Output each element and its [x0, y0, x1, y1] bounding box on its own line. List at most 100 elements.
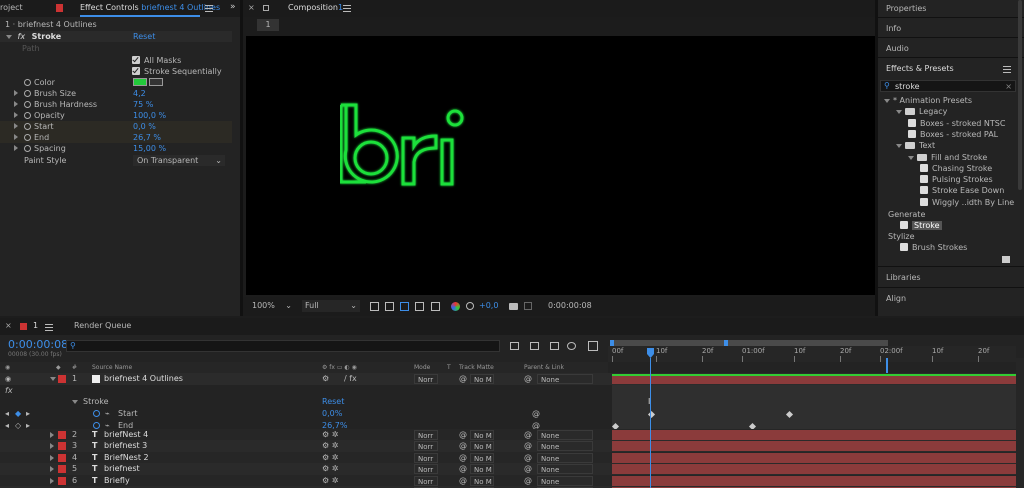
close-icon[interactable]: × [248, 3, 255, 12]
effects-search-input[interactable]: ⚲ stroke × [880, 80, 1016, 92]
collapse-icon[interactable] [6, 35, 12, 39]
mode-select[interactable]: Norr [414, 429, 438, 440]
layer-name[interactable]: Briefly [104, 475, 130, 487]
preset-item[interactable]: Boxes - stroked PAL [908, 129, 998, 140]
channel-icon[interactable] [431, 302, 440, 311]
layer-name[interactable]: briefnest 4 Outlines [104, 373, 183, 385]
layer-duration-bar[interactable] [612, 452, 1016, 463]
expand-arrow-icon[interactable] [908, 155, 914, 160]
track-matte-icon[interactable]: @ [459, 463, 467, 475]
comp-canvas[interactable] [246, 36, 876, 295]
audio-header[interactable]: Audio [886, 43, 909, 54]
effects-presets-header[interactable]: Effects & Presets [886, 63, 954, 74]
scrollbar[interactable] [1018, 0, 1022, 190]
collapse-icon[interactable] [72, 400, 78, 404]
track-matte-select[interactable]: No M [470, 374, 494, 384]
prop-value[interactable]: 75 % [133, 99, 153, 110]
mode-select[interactable]: Norr [414, 475, 438, 486]
expand-arrow-icon[interactable] [896, 110, 902, 115]
prev-keyframe-icon[interactable]: ◂ [5, 408, 9, 420]
parent-select[interactable]: None [537, 429, 593, 440]
shy-switch-icon[interactable]: ⚙ ✲ [322, 440, 338, 452]
track-matte-icon[interactable]: @ [459, 475, 467, 487]
new-folder-icon[interactable] [1002, 256, 1010, 263]
prop-value[interactable]: 100,0 % [133, 110, 166, 121]
comp-subtab[interactable]: 1 [257, 19, 279, 31]
pickwhip-icon[interactable]: @ [524, 475, 532, 487]
preset-item[interactable]: Pulsing Strokes [920, 174, 993, 185]
brush-strokes-item[interactable]: Brush Strokes [900, 242, 967, 253]
preset-item[interactable]: Boxes - stroked NTSC [908, 118, 1005, 129]
layer-duration-bar[interactable] [612, 475, 1016, 486]
align-header[interactable]: Align [886, 293, 906, 304]
track-matte-icon[interactable]: @ [459, 373, 467, 385]
prop-value[interactable]: 0,0 % [133, 121, 156, 132]
stylize-category[interactable]: Stylize [888, 231, 915, 242]
effect-row[interactable]: StrokeResetI [0, 396, 1024, 408]
properties-header[interactable]: Properties [886, 3, 926, 14]
fx-switch-icon[interactable]: / fx [344, 373, 357, 385]
track-matte-icon[interactable]: @ [459, 440, 467, 452]
shy-switch-icon[interactable]: ⚙ ✲ [322, 452, 338, 464]
effect-prop-row[interactable]: Spacing 15,00 % [0, 143, 232, 154]
stroke-seq-checkbox[interactable] [132, 67, 140, 75]
mode-select[interactable]: Norr [414, 374, 438, 384]
time-ruler[interactable] [608, 346, 1016, 362]
track-matte-icon[interactable]: @ [459, 452, 467, 464]
effect-reset-button[interactable]: Reset [322, 396, 344, 408]
info-header[interactable]: Info [886, 23, 901, 34]
add-keyframe-icon[interactable]: ◆ [15, 408, 21, 420]
track-matte-select[interactable]: No M [470, 452, 494, 463]
expand-arrow-icon[interactable] [14, 112, 18, 118]
effect-header-row[interactable]: fx Stroke Reset [0, 31, 232, 42]
stopwatch-icon[interactable] [24, 90, 31, 97]
transparency-grid-icon[interactable] [385, 302, 394, 311]
layer-search-input[interactable]: ⚲ [66, 340, 500, 352]
pickwhip-icon[interactable]: @ [524, 463, 532, 475]
timeline-right-scrollbar[interactable] [1016, 358, 1024, 488]
shy-layers-icon[interactable] [550, 342, 559, 350]
shy-switch-icon[interactable]: ⚙ [322, 373, 329, 385]
expand-arrow-icon[interactable] [50, 454, 54, 461]
layer-row[interactable]: 6 T Briefly ⚙ ✲ Norr @ No M @ None [0, 474, 1024, 487]
stroke-effect-item[interactable]: Stroke [900, 220, 942, 231]
composition-menu-icon[interactable] [343, 5, 351, 12]
shy-switch-icon[interactable]: ⚙ ✲ [322, 475, 338, 487]
parent-select[interactable]: None [537, 452, 593, 463]
stroke-seq-row[interactable]: Stroke Sequentially [132, 66, 222, 77]
tab-timeline-1[interactable]: 1 [33, 321, 38, 330]
zoom-select[interactable]: 100% ⌄ [249, 300, 295, 312]
all-masks-row[interactable]: All Masks [132, 55, 181, 66]
parent-select[interactable]: None [537, 475, 593, 486]
reset-button[interactable]: Reset [133, 31, 155, 42]
expand-arrow-icon[interactable] [14, 134, 18, 140]
preset-item[interactable]: Chasing Stroke [920, 163, 992, 174]
layer-duration-bar[interactable] [612, 374, 1016, 384]
layer-duration-bar[interactable] [612, 441, 1016, 451]
parent-select[interactable]: None [537, 464, 593, 474]
prop-value[interactable]: 4,2 [133, 88, 146, 99]
expand-arrow-icon[interactable] [896, 144, 902, 149]
stopwatch-icon[interactable] [24, 145, 31, 152]
preset-item[interactable]: Wiggly ..idth By Line [920, 197, 1014, 208]
stopwatch-icon[interactable] [24, 112, 31, 119]
track-matte-select[interactable]: No M [470, 475, 494, 486]
prop-value[interactable]: 26,7 % [133, 132, 161, 143]
layer-row[interactable]: ◉ 1 briefnest 4 Outlines ⚙ / fx Norr @ No M @ Non… [0, 373, 1024, 385]
layer-duration-bar[interactable] [612, 464, 1016, 474]
label-color[interactable] [58, 465, 66, 473]
show-snapshot-icon[interactable] [524, 302, 532, 310]
expand-panels-icon[interactable]: » [230, 2, 236, 12]
mask-visibility-icon[interactable] [400, 302, 409, 311]
resolution-select[interactable]: Full ⌄ [302, 300, 360, 312]
layer-row[interactable]: 2 TbriefNest 4 ⚙ ✲ Norr @ No M @ None [0, 428, 1024, 441]
close-icon[interactable]: × [5, 321, 12, 330]
expression-icon[interactable]: @ [532, 408, 540, 420]
region-of-interest-icon[interactable] [370, 302, 379, 311]
start-prop-row[interactable]: ◂ ◆ ▸ ⌁ Start 0,0% @ [0, 408, 1024, 420]
timeline-menu-icon[interactable] [45, 324, 53, 331]
mode-select[interactable]: Norr [414, 464, 438, 474]
pickwhip-icon[interactable]: @ [524, 452, 532, 464]
next-keyframe-icon[interactable]: ▸ [26, 408, 30, 420]
effect-prop-row[interactable]: Opacity 100,0 % [0, 110, 232, 121]
